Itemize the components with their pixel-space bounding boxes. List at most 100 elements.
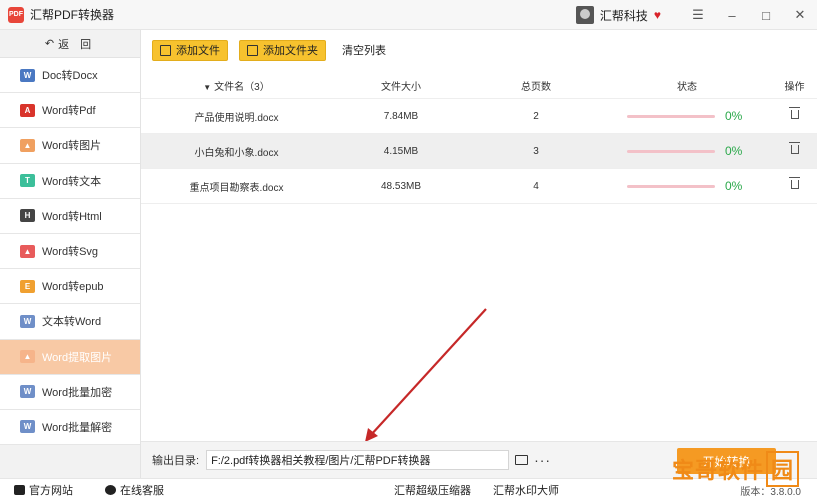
maximize-button[interactable]: □ [749,0,783,30]
menu-icon[interactable]: ☰ [681,0,715,30]
table-row[interactable]: 小白兔和小象.docx 4.15MB 3 0% [141,134,817,169]
close-button[interactable]: ✕ [783,0,817,30]
sidebar-item-4[interactable]: H Word转Html [0,198,140,234]
delete-button[interactable] [772,177,817,192]
back-arrow-icon: ↶ [44,38,55,50]
sidebar-item-label: Word转Svg [42,246,99,259]
footer-support[interactable]: 在线客服 [105,482,164,498]
epub-icon: E [20,279,35,293]
add-folder-icon [247,44,258,56]
footer-compressor-link[interactable]: 汇帮超级压缩器 [394,482,471,498]
site-watermark: 宝哥软件 园 [672,450,810,488]
toolbar: 添加文件 添加文件夹 清空列表 [141,30,817,70]
file-pages: 4 [533,180,539,192]
trash-icon [788,142,800,154]
sidebar-item-0[interactable]: W Doc转Docx [0,58,140,94]
add-folder-label: 添加文件夹 [263,45,318,57]
sidebar-item-9[interactable]: W Word批量加密 [0,374,140,410]
table-row[interactable]: 产品使用说明.docx 7.84MB 2 0% [141,99,817,134]
sidebar-item-3[interactable]: T Word转文本 [0,163,140,199]
file-name: 重点项目勘察表.docx [189,182,284,194]
file-size: 4.15MB [383,145,419,157]
text-icon: T [20,174,35,188]
footer-website[interactable]: 官方网站 [14,482,73,498]
footer-website-label: 官方网站 [29,484,73,497]
progress-percent: 0% [725,179,743,193]
header-op: 操作 [784,81,805,93]
trash-icon [788,107,800,119]
output-label: 输出目录: [152,455,200,467]
image-icon: ▲ [20,138,35,152]
image-icon: ▲ [20,350,35,364]
add-file-icon [160,44,171,56]
footer-support-label: 在线客服 [120,484,164,497]
file-pages: 2 [533,110,539,122]
sidebar-item-label: Word批量加密 [42,386,113,399]
word-lock-icon: W [20,385,35,399]
table-row[interactable]: 重点项目勘察表.docx 48.53MB 4 0% [141,169,817,204]
add-file-button[interactable]: 添加文件 [152,39,228,61]
progress-bar [627,114,715,118]
minimize-button[interactable]: – [715,0,749,30]
sidebar-item-2[interactable]: ▲ Word转图片 [0,128,140,164]
file-status: 0% [602,109,772,123]
sidebar-item-label: Word转epub [42,281,104,294]
sidebar-item-6[interactable]: E Word转epub [0,269,140,305]
header-name-label: 文件名（3） [214,81,270,93]
folder-icon[interactable] [515,455,529,465]
sidebar-item-label: Word转Html [42,210,102,223]
file-name: 小白兔和小象.docx [194,147,279,159]
home-icon [14,484,25,495]
sidebar: ↶ 返 回 W Doc转Docx A Word转Pdf ▲ Word转图片 T Word转文本… [0,30,141,478]
title-bar: PDF 汇帮PDF转换器 汇帮科技 ♥ ☰ – □ ✕ [0,0,817,30]
watermark-text: 宝哥软件 [672,458,765,483]
table-header: ▼ 文件名（3） 文件大小 总页数 状态 操作 [141,72,817,99]
sidebar-item-1[interactable]: A Word转Pdf [0,93,140,129]
more-options-icon[interactable]: ··· [534,453,551,467]
sidebar-item-label: Doc转Docx [42,70,98,83]
progress-bar [627,149,715,153]
pdf-icon: A [20,103,35,117]
user-avatar[interactable] [575,6,594,24]
user-name[interactable]: 汇帮科技 [600,7,648,24]
file-size: 48.53MB [380,180,422,192]
header-status: 状态 [677,81,697,93]
file-status: 0% [602,179,772,193]
title-bar-right: 汇帮科技 ♥ ☰ – □ ✕ [575,0,817,30]
sidebar-item-5[interactable]: ▲ Word转Svg [0,233,140,270]
header-size: 文件大小 [381,81,421,93]
sidebar-item-8[interactable]: ▲ Word提取图片 [0,339,140,375]
annotation-arrow-head [365,428,378,442]
header-pages: 总页数 [521,81,551,93]
file-table: ▼ 文件名（3） 文件大小 总页数 状态 操作 产品使用说明.docx 7.84MB… [141,72,817,204]
svg-icon: ▲ [20,244,35,258]
header-name[interactable]: ▼ 文件名（3） [141,78,332,93]
word-unlock-icon: W [20,420,35,434]
progress-percent: 0% [725,109,743,123]
vip-heart-icon[interactable]: ♥ [654,8,661,22]
headset-icon [105,484,116,495]
sidebar-item-7[interactable]: W 文本转Word [0,304,140,340]
sidebar-item-label: Word转Pdf [42,105,96,118]
sidebar-item-label: Word转图片 [42,140,102,153]
footer-watermark-link[interactable]: 汇帮水印大师 [493,482,559,498]
sidebar-item-label: 文本转Word [42,316,102,329]
delete-button[interactable] [772,107,817,122]
add-folder-button[interactable]: 添加文件夹 [239,39,326,61]
html-icon: H [20,209,35,223]
sidebar-item-10[interactable]: W Word批量解密 [0,409,140,446]
sidebar-item-label: Word转文本 [42,175,102,188]
delete-button[interactable] [772,142,817,157]
add-file-label: 添加文件 [176,45,220,57]
app-title: 汇帮PDF转换器 [30,8,115,22]
back-button[interactable]: ↶ 返 回 [0,30,140,58]
word-icon: W [20,68,35,82]
file-pages: 3 [533,145,539,157]
output-path-input[interactable]: F:/2.pdf转换器相关教程/图片/汇帮PDF转换器 [206,450,510,470]
sidebar-item-label: Word批量解密 [42,421,113,434]
file-name: 产品使用说明.docx [194,112,279,124]
clear-list-button[interactable]: 清空列表 [342,42,386,58]
back-label: 返 回 [58,38,96,51]
sidebar-nav-list: W Doc转Docx A Word转Pdf ▲ Word转图片 T Word转文本 H Word转… [0,58,140,446]
progress-bar [627,184,715,188]
